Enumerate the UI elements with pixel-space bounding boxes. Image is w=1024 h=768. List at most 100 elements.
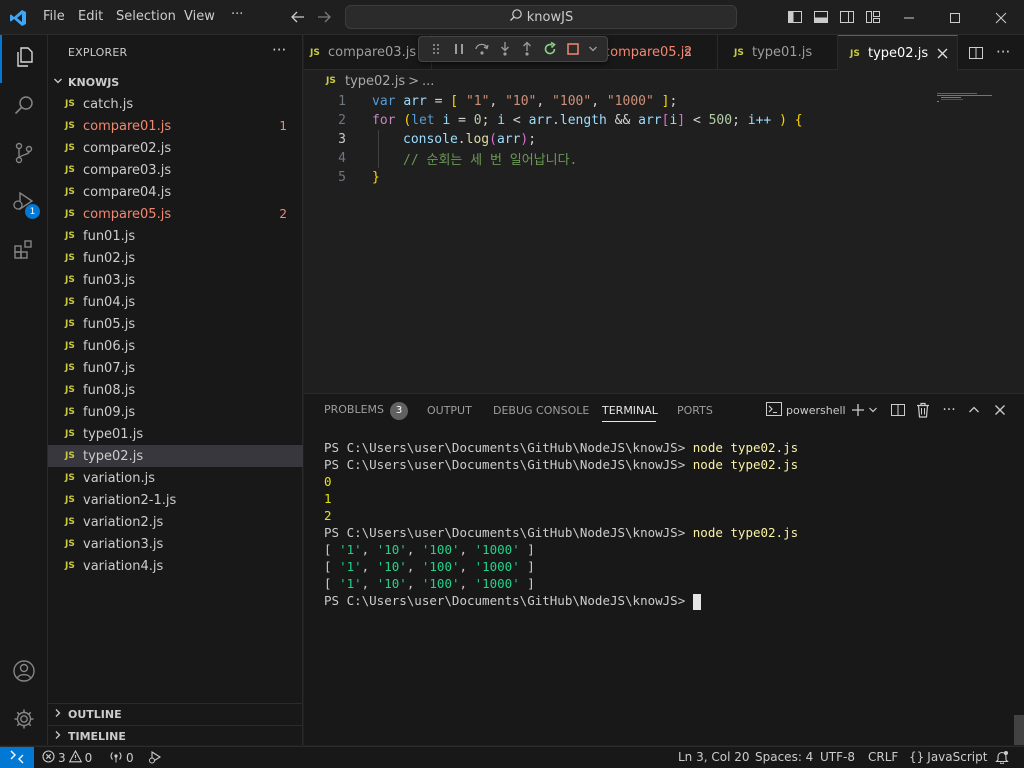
minimap[interactable]: [937, 92, 997, 104]
more-actions-icon[interactable]: ···: [996, 43, 1010, 61]
file-item[interactable]: JS variation.js: [48, 467, 303, 489]
tab-compare03[interactable]: JS compare03.js: [304, 35, 432, 70]
split-terminal-icon[interactable]: [889, 401, 907, 419]
file-item[interactable]: JS fun06.js: [48, 335, 303, 357]
ports-status[interactable]: 0: [109, 750, 134, 766]
tab-output[interactable]: OUTPUT: [427, 404, 472, 417]
panel-more-actions[interactable]: ···: [940, 401, 958, 419]
manage-activity[interactable]: [0, 697, 48, 745]
menu-selection[interactable]: Selection: [116, 9, 176, 24]
file-item[interactable]: JS variation3.js: [48, 533, 303, 555]
file-item[interactable]: JS compare04.js: [48, 181, 303, 203]
close-window-button[interactable]: [978, 0, 1024, 35]
command-center-search[interactable]: knowJS: [345, 5, 737, 29]
debug-status[interactable]: [148, 750, 162, 767]
tab-type01[interactable]: JS type01.js: [718, 35, 838, 70]
timeline-section[interactable]: TIMELINE: [48, 725, 303, 747]
forward-arrow-icon[interactable]: [316, 9, 332, 25]
array-item: '10': [376, 576, 407, 591]
menu-view[interactable]: View: [184, 9, 215, 24]
chevron-down-icon[interactable]: [588, 41, 598, 57]
array-item: '100': [421, 559, 460, 574]
chevron-down-icon[interactable]: [867, 401, 879, 419]
file-item[interactable]: JS variation2.js: [48, 511, 303, 533]
extensions-activity[interactable]: [0, 227, 48, 275]
new-terminal-icon[interactable]: [849, 401, 867, 419]
language-mode[interactable]: {} JavaScript: [909, 750, 987, 764]
drag-handle-icon[interactable]: [428, 41, 444, 57]
toggle-primary-sidebar-icon[interactable]: [787, 9, 803, 25]
file-item[interactable]: JS compare02.js: [48, 137, 303, 159]
operator: <: [685, 113, 709, 128]
step-over-icon[interactable]: [474, 41, 490, 57]
explorer-more-button[interactable]: ···: [272, 41, 286, 59]
accounts-activity[interactable]: [0, 649, 48, 697]
debug-toolbar: [418, 36, 608, 62]
outline-section[interactable]: OUTLINE: [48, 703, 303, 725]
file-item[interactable]: JS fun07.js: [48, 357, 303, 379]
maximize-panel-icon[interactable]: [965, 401, 983, 419]
file-item[interactable]: JS fun02.js: [48, 247, 303, 269]
close-panel-icon[interactable]: [991, 401, 1009, 419]
run-debug-activity[interactable]: 1: [0, 179, 48, 227]
tab-ports[interactable]: PORTS: [677, 404, 713, 417]
indentation-status[interactable]: Spaces: 4: [755, 750, 813, 764]
trash-icon[interactable]: [914, 401, 932, 419]
problems-status[interactable]: 3 0: [42, 749, 92, 766]
breadcrumb-file[interactable]: type02.js: [345, 74, 405, 89]
back-arrow-icon[interactable]: [290, 9, 306, 25]
file-item[interactable]: JS fun05.js: [48, 313, 303, 335]
customize-layout-icon[interactable]: [865, 9, 881, 25]
menu-edit[interactable]: Edit: [78, 9, 103, 24]
terminal-profile-button[interactable]: powershell: [766, 401, 846, 419]
terminal-scrollbar[interactable]: [1014, 715, 1024, 745]
file-item[interactable]: JS fun03.js: [48, 269, 303, 291]
file-item[interactable]: JS variation2-1.js: [48, 489, 303, 511]
close-icon[interactable]: [937, 48, 948, 63]
maximize-button[interactable]: [932, 0, 978, 35]
file-item[interactable]: JS fun09.js: [48, 401, 303, 423]
file-item[interactable]: JS compare03.js: [48, 159, 303, 181]
restart-icon[interactable]: [542, 41, 558, 57]
source-control-activity[interactable]: [0, 131, 48, 179]
error-icon: [42, 750, 55, 766]
file-item[interactable]: JS type01.js: [48, 423, 303, 445]
file-item[interactable]: JS catch.js: [48, 93, 303, 115]
file-item[interactable]: JS fun04.js: [48, 291, 303, 313]
file-item[interactable]: JS fun08.js: [48, 379, 303, 401]
file-item[interactable]: JS variation4.js: [48, 555, 303, 577]
terminal-output[interactable]: PS C:\Users\user\Documents\GitHub\NodeJS…: [324, 439, 798, 610]
tab-terminal[interactable]: TERMINAL: [602, 404, 658, 417]
toggle-secondary-sidebar-icon[interactable]: [839, 9, 855, 25]
file-name: variation.js: [83, 470, 156, 486]
broadcast-icon: [109, 750, 123, 766]
file-item[interactable]: JS compare01.js 1: [48, 115, 303, 137]
file-item[interactable]: JS type02.js: [48, 445, 303, 467]
remote-button[interactable]: [0, 747, 34, 768]
explorer-activity[interactable]: [0, 35, 48, 83]
menu-more[interactable]: ···: [231, 7, 243, 22]
step-into-icon[interactable]: [497, 41, 513, 57]
notifications-bell[interactable]: [995, 750, 1009, 767]
stop-icon[interactable]: [565, 41, 581, 57]
split-editor-icon[interactable]: [968, 45, 984, 65]
encoding-status[interactable]: UTF-8: [820, 750, 855, 764]
error-count: 3: [58, 751, 66, 765]
eol-status[interactable]: CRLF: [868, 750, 898, 764]
code-editor[interactable]: 1 var arr = [ "1", "10", "100", "1000" ]…: [304, 92, 1024, 392]
tab-debug-console[interactable]: DEBUG CONSOLE: [493, 404, 589, 417]
tab-problems[interactable]: PROBLEMS 3: [324, 402, 409, 420]
step-out-icon[interactable]: [519, 41, 535, 57]
pause-icon[interactable]: [451, 41, 467, 57]
file-item[interactable]: JS compare05.js 2: [48, 203, 303, 225]
menu-file[interactable]: File: [43, 9, 65, 24]
array-item: '1000': [474, 559, 520, 574]
breadcrumb-symbol[interactable]: ...: [422, 74, 434, 89]
cursor-position[interactable]: Ln 3, Col 20: [678, 750, 750, 764]
toggle-panel-icon[interactable]: [813, 9, 829, 25]
folder-header[interactable]: KNOWJS: [48, 71, 303, 93]
search-activity[interactable]: [0, 83, 48, 131]
file-item[interactable]: JS fun01.js: [48, 225, 303, 247]
tab-type02[interactable]: JS type02.js: [838, 35, 958, 71]
minimize-button[interactable]: [886, 0, 932, 35]
